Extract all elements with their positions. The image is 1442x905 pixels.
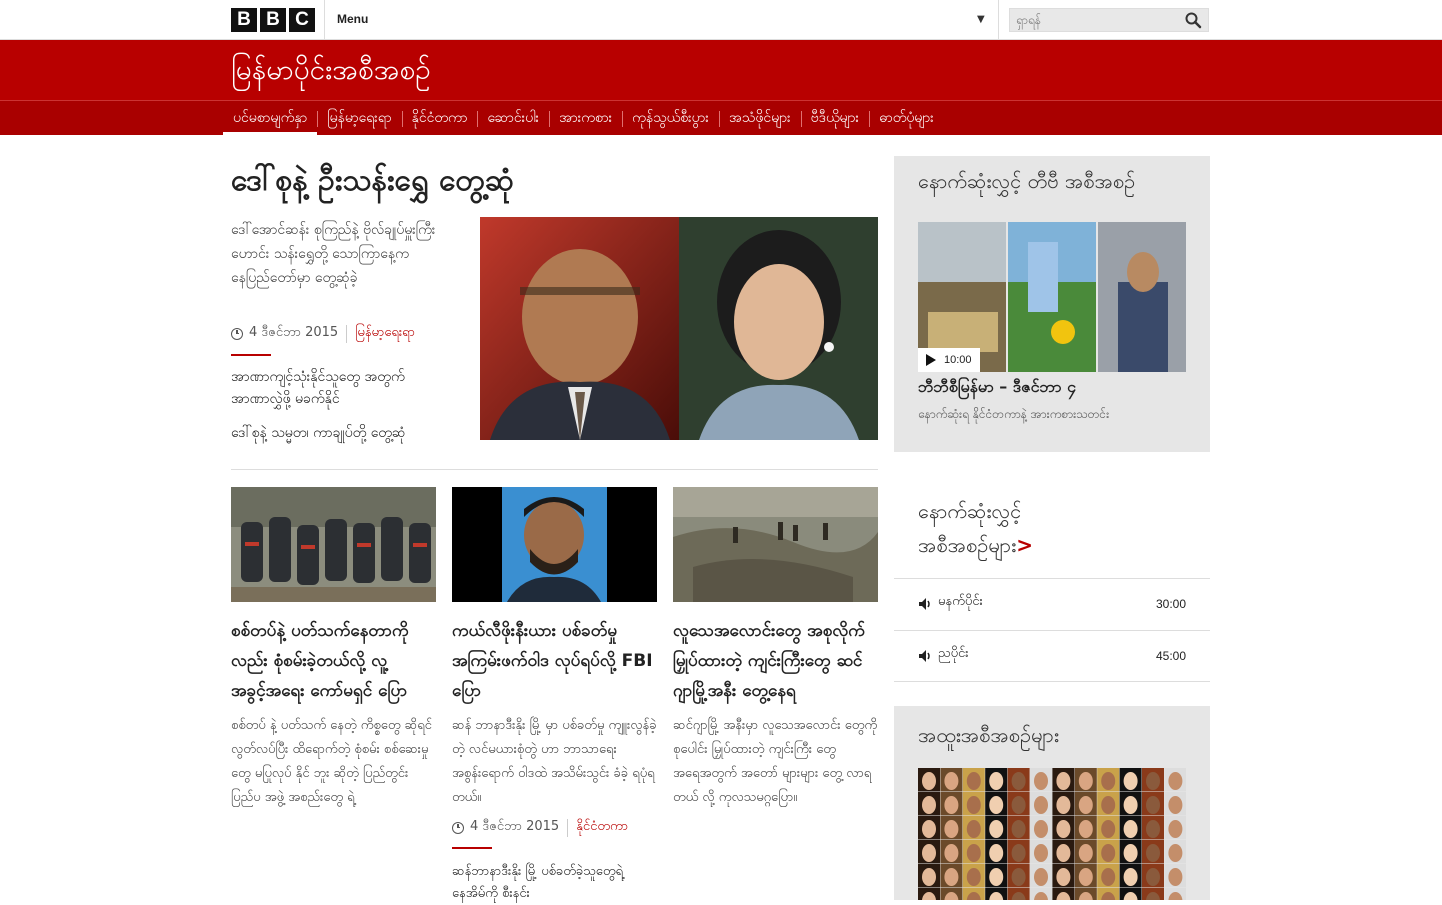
- search-box: [1009, 8, 1209, 32]
- story-category-link[interactable]: နိုင်ငံတကာ: [576, 818, 628, 837]
- radio-section-title[interactable]: နောက်ဆုံးလွှင့် အစီအစဉ်များ>: [918, 494, 1033, 562]
- clock-icon: [231, 327, 243, 340]
- play-button[interactable]: 10:00: [918, 348, 980, 372]
- nav-item-home[interactable]: ပင်မစာမျက်နှာ: [223, 101, 318, 136]
- story-card[interactable]: ကယ်လီဖိုးနီးယား ပစ်ခတ်မှု အကြမ်းဖက်ဝါဒ လ…: [452, 487, 657, 905]
- site-title[interactable]: မြန်မာပိုင်းအစီအစဉ်: [231, 50, 431, 90]
- related-link[interactable]: အာဏာကျင့်သုံးနိုင်သူတွေ အတွက် အာဏာလွှဲဖိ…: [231, 366, 446, 410]
- speaker-icon: [919, 598, 930, 610]
- story-summary: စစ်တပ် နဲ့ ပတ်သက် နေတဲ့ ကိစ္စတွေ ဆိုရင် …: [231, 718, 432, 805]
- red-rule: [452, 847, 492, 849]
- radio-programme-row[interactable]: ညပိုင်း 45:00: [894, 630, 1210, 682]
- story-card[interactable]: လူသေအလောင်းတွေ အစုလိုက်မြှုပ်ထားတဲ့ ကျင်…: [673, 487, 878, 810]
- bbc-logo[interactable]: B B C: [231, 8, 315, 32]
- section-nav: ပင်မစာမျက်နှာ မြန်မာ့ရေးရာ နိုင်ငံတကာ ဆေ…: [0, 100, 1442, 136]
- radio-programme-row[interactable]: မနက်ပိုင်း 30:00: [894, 578, 1210, 630]
- radio-duration: 45:00: [1155, 649, 1186, 663]
- red-rule: [231, 354, 271, 356]
- chevron-right-icon: >: [1016, 533, 1033, 557]
- lead-category-link[interactable]: မြန်မာ့ရေးရာ: [355, 324, 415, 343]
- lead-headline[interactable]: ဒေါ်စုနဲ့ ဦးသန်းရွှေ တွေ့ဆုံ: [231, 160, 514, 205]
- clock-icon: [452, 821, 464, 834]
- search-icon[interactable]: [1184, 11, 1202, 29]
- divider: [998, 0, 999, 40]
- divider: [231, 469, 878, 470]
- portrait-image: [679, 217, 878, 440]
- tv-section-title[interactable]: နောက်ဆုံးလွှင့် တီဗီ အစီအစဉ်: [918, 168, 1135, 198]
- special-programme-image[interactable]: [918, 768, 1186, 900]
- nav-item-audio[interactable]: အသံဖိုင်များ: [718, 101, 801, 136]
- radio-duration: 30:00: [1155, 597, 1186, 611]
- story-image[interactable]: [231, 487, 436, 602]
- video-duration: 10:00: [944, 354, 972, 366]
- story-meta: 4 ဒီဇင်ဘာ 2015 နိုင်ငံတကာ: [452, 818, 657, 837]
- story-headline[interactable]: စစ်တပ်နဲ့ ပတ်သက်နေတာကိုလည်း စုံစမ်းခဲ့တယ…: [231, 616, 436, 706]
- tv-subtitle: နောက်ဆုံးရ နိုင်ငံတကာနဲ့ အားကစားသတင်း: [918, 407, 1110, 421]
- nav-item-photos[interactable]: ဓာတ်ပုံများ: [869, 101, 944, 136]
- play-icon: [926, 354, 936, 366]
- special-section-title[interactable]: အထူးအစီအစဉ်များ: [918, 722, 1059, 752]
- top-bar: B B C Menu ▼: [0, 0, 1442, 40]
- menu-button[interactable]: Menu: [337, 12, 368, 26]
- story-image[interactable]: [673, 487, 878, 602]
- divider: [567, 818, 569, 837]
- nav-item-business[interactable]: ကုန်သွယ်စီးပွား: [622, 101, 719, 136]
- nav-item-international[interactable]: နိုင်ငံတကာ: [401, 101, 478, 136]
- divider: [324, 0, 325, 40]
- portrait-image: [480, 217, 679, 440]
- divider: [346, 324, 348, 343]
- radio-programme-name: မနက်ပိုင်း: [938, 594, 983, 609]
- nav-item-myanmar[interactable]: မြန်မာ့ရေးရာ: [317, 101, 401, 136]
- related-link[interactable]: ဆန်ဘာနာဒီးနိုး မြို့ ပစ်ခတ်ခဲ့သူတွေရဲ့ န…: [452, 861, 657, 905]
- story-summary: ဆန် ဘာနာဒီးနိုး မြို့ မှာ ပစ်ခတ်မှု ကျူး…: [452, 718, 657, 805]
- story-image[interactable]: [452, 487, 657, 602]
- tv-caption[interactable]: ဘီဘီစီမြန်မာ – ဒီဇင်ဘာ ၄: [918, 376, 1076, 400]
- radio-title-line: အစီအစဉ်များ: [918, 533, 1017, 557]
- radio-programme-name: ညပိုင်း: [938, 646, 969, 661]
- related-link[interactable]: ဒေါ်စုနဲ့ သမ္မတ၊ ကာချုပ်တို့ တွေ့ဆုံ: [231, 422, 446, 444]
- lead-image[interactable]: [480, 217, 878, 440]
- tv-programme-box: နောက်ဆုံးလွှင့် တီဗီ အစီအစဉ် 10:00 ဘီဘီစ…: [894, 156, 1210, 452]
- lead-meta: 4 ဒီဇင်ဘာ 2015 မြန်မာ့ရေးရာ: [231, 324, 415, 343]
- logo-letter: B: [260, 8, 286, 32]
- story-headline[interactable]: လူသေအလောင်းတွေ အစုလိုက်မြှုပ်ထားတဲ့ ကျင်…: [673, 616, 878, 706]
- masthead: မြန်မာပိုင်းအစီအစဉ် ပင်မစာမျက်နှာ မြန်မာ…: [0, 40, 1442, 136]
- nav-item-sport[interactable]: အားကစား: [549, 101, 622, 136]
- nav-item-features[interactable]: ဆောင်းပါး: [477, 101, 549, 136]
- radio-title-line: နောက်ဆုံးလွှင့်: [918, 499, 1022, 523]
- story-headline[interactable]: ကယ်လီဖိုးနီးယား ပစ်ခတ်မှု အကြမ်းဖက်ဝါဒ လ…: [452, 616, 657, 706]
- chevron-down-icon[interactable]: ▼: [977, 14, 985, 25]
- logo-letter: C: [289, 8, 315, 32]
- speaker-icon: [919, 650, 930, 662]
- lead-summary: ဒေါ်အောင်ဆန်း စုကြည်နဲ့ ဗိုလ်ချုပ်မှူးကြ…: [231, 222, 436, 286]
- nav-item-video[interactable]: ဗီဒီယိုများ: [800, 101, 869, 136]
- story-date: 4 ဒီဇင်ဘာ 2015: [470, 819, 560, 834]
- story-summary: ဆင်ဂျာမြို့ အနီးမှာ လူသေအလောင်း တွေကို စ…: [673, 718, 878, 805]
- logo-letter: B: [231, 8, 257, 32]
- special-programmes-box: အထူးအစီအစဉ်များ: [894, 706, 1210, 900]
- search-input[interactable]: [1010, 9, 1170, 31]
- story-card[interactable]: စစ်တပ်နဲ့ ပတ်သက်နေတာကိုလည်း စုံစမ်းခဲ့တယ…: [231, 487, 436, 810]
- lead-date: 4 ဒီဇင်ဘာ 2015: [249, 325, 339, 340]
